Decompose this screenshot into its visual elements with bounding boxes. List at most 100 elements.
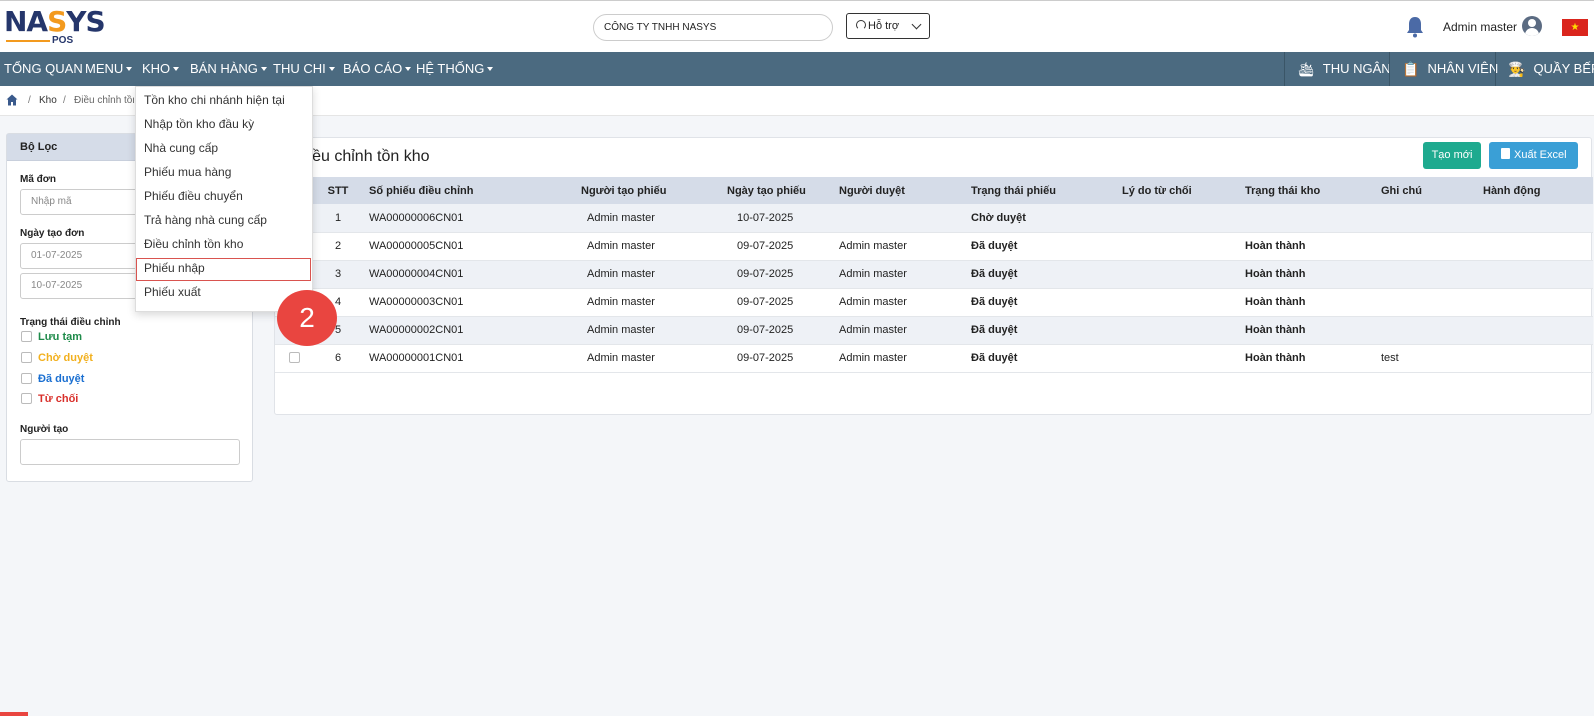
status-da-duyet[interactable]: Đã duyệt	[21, 373, 84, 385]
cell-action[interactable]	[1483, 204, 1593, 233]
nav-thu-chi[interactable]: THU CHI	[273, 52, 335, 86]
cell-date: 09-07-2025	[727, 316, 839, 345]
nav-ban-hang[interactable]: BÁN HÀNG	[190, 52, 267, 86]
main-panel: Điều chỉnh tồn kho Tạo mới Xuất Excel ST…	[274, 137, 1593, 415]
logo-sub: POS	[52, 35, 74, 46]
table-row[interactable]: 1 WA00000006CN01 Admin master 10-07-2025…	[275, 204, 1593, 233]
checkbox	[21, 373, 32, 384]
menu-item-dieu-chinh-ton-kho[interactable]: Điều chỉnh tồn kho	[144, 237, 243, 251]
cell-date: 09-07-2025	[727, 344, 839, 373]
logo[interactable]: NASYS POS	[4, 7, 116, 47]
table-row[interactable]: 4 WA00000003CN01 Admin master 09-07-2025…	[275, 288, 1593, 317]
create-button[interactable]: Tạo mới	[1423, 142, 1481, 169]
cell-code-link[interactable]: WA00000001CN01	[369, 344, 581, 373]
nav-quay-bep[interactable]: 👨‍🍳 QUẦY BẾP	[1495, 52, 1594, 86]
breadcrumb-separator: /	[63, 95, 66, 106]
nav-bao-cao[interactable]: BÁO CÁO	[343, 52, 412, 86]
cell-action[interactable]	[1483, 260, 1593, 289]
cell-action[interactable]	[1483, 288, 1593, 317]
bell-icon[interactable]	[1405, 16, 1425, 38]
adjustment-table: STT Số phiếu điều chỉnh Người tạo phiếu …	[275, 177, 1593, 373]
cell-reason	[1122, 344, 1245, 373]
caret-down-icon	[328, 67, 335, 71]
excel-icon	[1501, 148, 1510, 159]
nav-menu[interactable]: MENU	[85, 52, 133, 86]
user-name[interactable]: Admin master	[1443, 20, 1517, 34]
nav-thu-ngan[interactable]: 🛳 THU NGÂN	[1284, 52, 1391, 86]
cell-creator: Admin master	[581, 344, 727, 373]
menu-item-ton-kho[interactable]: Tồn kho chi nhánh hiện tại	[144, 93, 285, 107]
caret-down-icon	[126, 67, 133, 71]
user-avatar-icon[interactable]	[1522, 16, 1542, 36]
cell-approver: Admin master	[839, 232, 971, 261]
cell-creator: Admin master	[581, 232, 727, 261]
table-row[interactable]: 6 WA00000001CN01 Admin master 09-07-2025…	[275, 344, 1593, 373]
menu-item-nha-cung-cap[interactable]: Nhà cung cấp	[144, 141, 218, 155]
creator-input[interactable]	[20, 439, 240, 465]
status-label: Trạng thái điều chỉnh	[20, 317, 121, 328]
caret-down-icon	[405, 67, 412, 71]
cell-action[interactable]	[1483, 316, 1593, 345]
cell-reason	[1122, 204, 1245, 233]
cell-action[interactable]	[1483, 344, 1593, 373]
clipboard-icon: 📋	[1402, 61, 1420, 77]
headset-icon	[856, 20, 866, 30]
col-code: Số phiếu điều chỉnh	[369, 177, 581, 204]
cell-code-link[interactable]: WA00000006CN01	[369, 204, 581, 233]
col-action: Hành động	[1483, 177, 1593, 204]
cell-date: 10-07-2025	[727, 204, 839, 233]
cashier-icon: 🛳	[1297, 61, 1315, 77]
date-label: Ngày tạo đơn	[20, 228, 85, 239]
row-checkbox[interactable]	[289, 352, 300, 363]
logo-underline	[6, 40, 50, 42]
nav-tong-quan[interactable]: TỔNG QUAN	[4, 52, 83, 86]
cell-status: Đã duyệt	[971, 316, 1122, 345]
breadcrumb-separator: /	[28, 95, 31, 106]
menu-item-tra-hang-ncc[interactable]: Trả hàng nhà cung cấp	[144, 213, 267, 227]
cell-stt: 1	[307, 204, 369, 233]
company-selector[interactable]: CÔNG TY TNHH NASYS	[593, 14, 833, 41]
cell-note	[1381, 260, 1483, 289]
status-tu-choi[interactable]: Từ chối	[21, 393, 78, 405]
cell-stock: Hoàn thành	[1245, 288, 1381, 317]
nav-he-thong[interactable]: HỆ THỐNG	[416, 52, 494, 86]
export-excel-button[interactable]: Xuất Excel	[1489, 142, 1578, 169]
col-stt: STT	[307, 177, 369, 204]
cell-code-link[interactable]: WA00000004CN01	[369, 260, 581, 289]
cell-status: Đã duyệt	[971, 344, 1122, 373]
cell-code-link[interactable]: WA00000005CN01	[369, 232, 581, 261]
menu-item-phieu-nhap[interactable]: Phiếu nhập	[144, 261, 205, 275]
table-row[interactable]: 2 WA00000005CN01 Admin master 09-07-2025…	[275, 232, 1593, 261]
menu-item-phieu-dieu-chuyen[interactable]: Phiếu điều chuyển	[144, 189, 243, 203]
nav-nhan-vien[interactable]: 📋 NHÂN VIÊN	[1389, 52, 1498, 86]
cell-status: Đã duyệt	[971, 288, 1122, 317]
col-note: Ghi chú	[1381, 177, 1483, 204]
cell-stock: Hoàn thành	[1245, 344, 1381, 373]
support-button[interactable]: Hỗ trợ	[846, 13, 930, 39]
cell-stt: 6	[307, 344, 369, 373]
cell-stt: 2	[307, 232, 369, 261]
caret-down-icon	[487, 67, 494, 71]
cell-creator: Admin master	[581, 316, 727, 345]
status-luu-tam[interactable]: Lưu tạm	[21, 331, 82, 343]
status-cho-duyet[interactable]: Chờ duyệt	[21, 352, 93, 364]
menu-item-nhap-ton-dau-ky[interactable]: Nhập tồn kho đầu kỳ	[144, 117, 254, 131]
cell-note	[1381, 232, 1483, 261]
breadcrumb-kho[interactable]: Kho	[39, 95, 57, 106]
table-row[interactable]: 5 WA00000002CN01 Admin master 09-07-2025…	[275, 316, 1593, 345]
table-row[interactable]: 3 WA00000004CN01 Admin master 09-07-2025…	[275, 260, 1593, 289]
home-icon[interactable]	[6, 94, 18, 106]
cell-approver	[839, 204, 971, 233]
col-approver: Người duyệt	[839, 177, 971, 204]
cell-approver: Admin master	[839, 316, 971, 345]
menu-item-phieu-mua-hang[interactable]: Phiếu mua hàng	[144, 165, 231, 179]
cell-code-link[interactable]: WA00000003CN01	[369, 288, 581, 317]
cell-code-link[interactable]: WA00000002CN01	[369, 316, 581, 345]
vietnam-flag-icon[interactable]: ★	[1562, 19, 1588, 36]
menu-item-phieu-xuat[interactable]: Phiếu xuất	[144, 285, 201, 299]
cell-stock: Hoàn thành	[1245, 316, 1381, 345]
cell-action[interactable]	[1483, 232, 1593, 261]
nav-kho[interactable]: KHO	[142, 52, 180, 86]
cell-status: Chờ duyệt	[971, 204, 1122, 233]
cell-approver: Admin master	[839, 260, 971, 289]
